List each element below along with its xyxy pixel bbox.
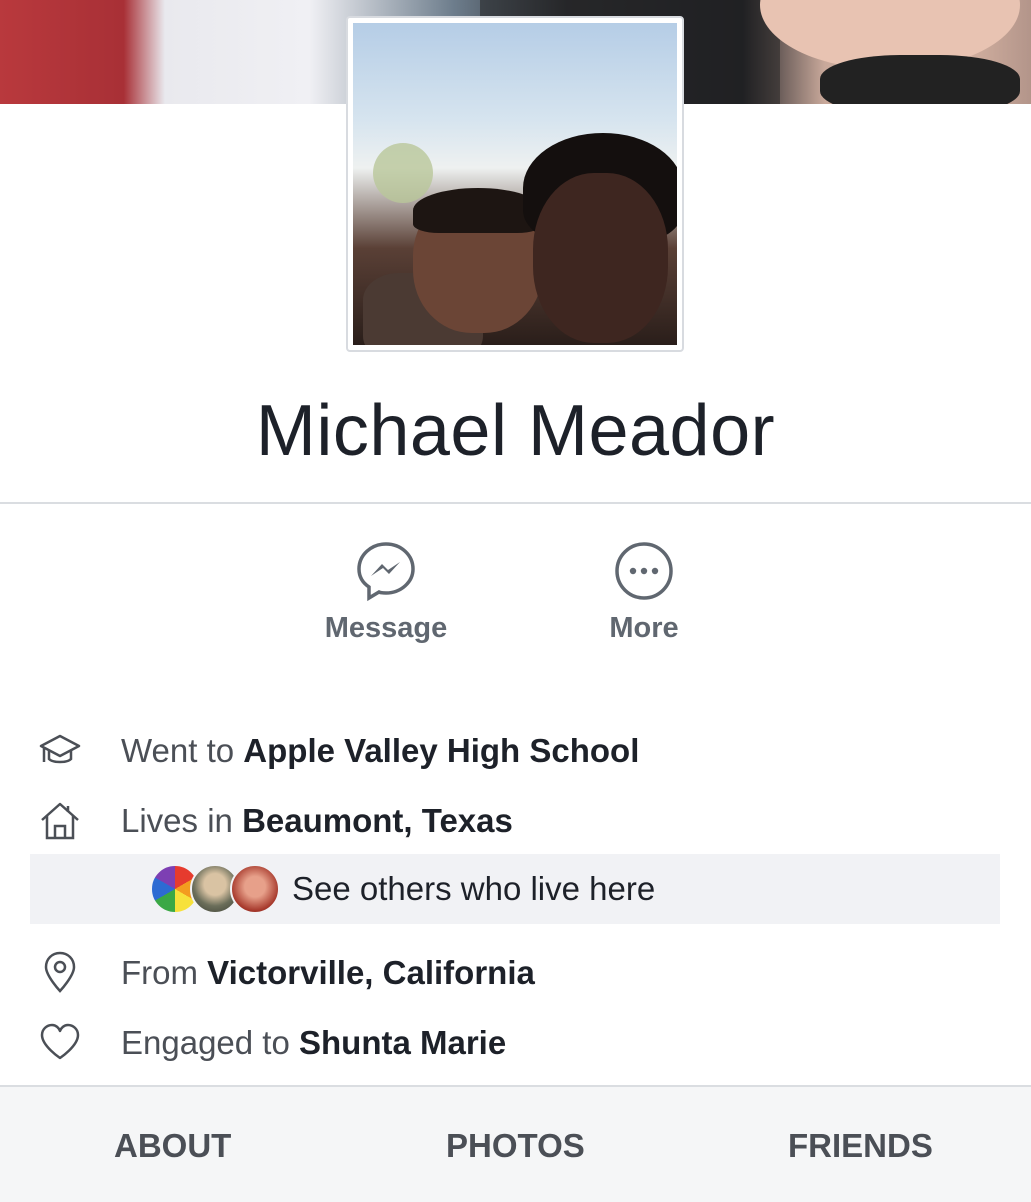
tab-photos[interactable]: PHOTOS [446,1127,585,1165]
photo-person-right [533,173,668,343]
see-others-text: See others who live here [292,870,656,907]
education-text: Went to Apple Valley High School [121,732,639,770]
relationship-row[interactable]: Engaged to Shunta Marie [0,1012,1031,1072]
resident-avatars [150,864,280,914]
residence-prefix: Lives in [121,802,243,839]
relationship-prefix: Engaged to [121,1024,299,1061]
location-pin-icon [44,951,76,993]
see-others-row[interactable]: See others who live here [30,854,1000,924]
home-icon [41,802,79,840]
more-icon [615,542,673,600]
hometown-text: From Victorville, California [121,954,535,992]
more-label: More [609,612,679,644]
graduation-cap-icon [39,734,81,764]
residence-text: Lives in Beaumont, Texas [121,802,513,840]
profile-tabs: ABOUT PHOTOS FRIENDS [0,1085,1031,1202]
resident-avatar [230,864,280,914]
divider [0,502,1031,504]
tab-about[interactable]: ABOUT [114,1127,231,1165]
palm-tree [373,143,433,203]
message-button[interactable]: Message [306,540,466,645]
partner-name[interactable]: Shunta Marie [299,1024,506,1061]
residence-city[interactable]: Beaumont, Texas [242,802,513,839]
more-button[interactable]: More [564,540,724,645]
message-label: Message [324,612,448,644]
tab-friends[interactable]: FRIENDS [788,1127,933,1165]
hometown-city[interactable]: Victorville, California [207,954,535,991]
education-row[interactable]: Went to Apple Valley High School [0,720,1031,780]
education-school[interactable]: Apple Valley High School [243,732,639,769]
hometown-row[interactable]: From Victorville, California [0,942,1031,1002]
profile-name: Michael Meador [255,391,776,471]
cover-detail [820,55,1020,104]
residence-row[interactable]: Lives in Beaumont, Texas [0,790,1031,850]
hometown-prefix: From [121,954,208,991]
relationship-text: Engaged to Shunta Marie [121,1024,506,1062]
messenger-icon [357,542,415,602]
heart-icon [40,1023,80,1060]
education-prefix: Went to [121,732,244,769]
profile-picture[interactable] [346,16,684,352]
profile-picture-image [353,23,677,345]
